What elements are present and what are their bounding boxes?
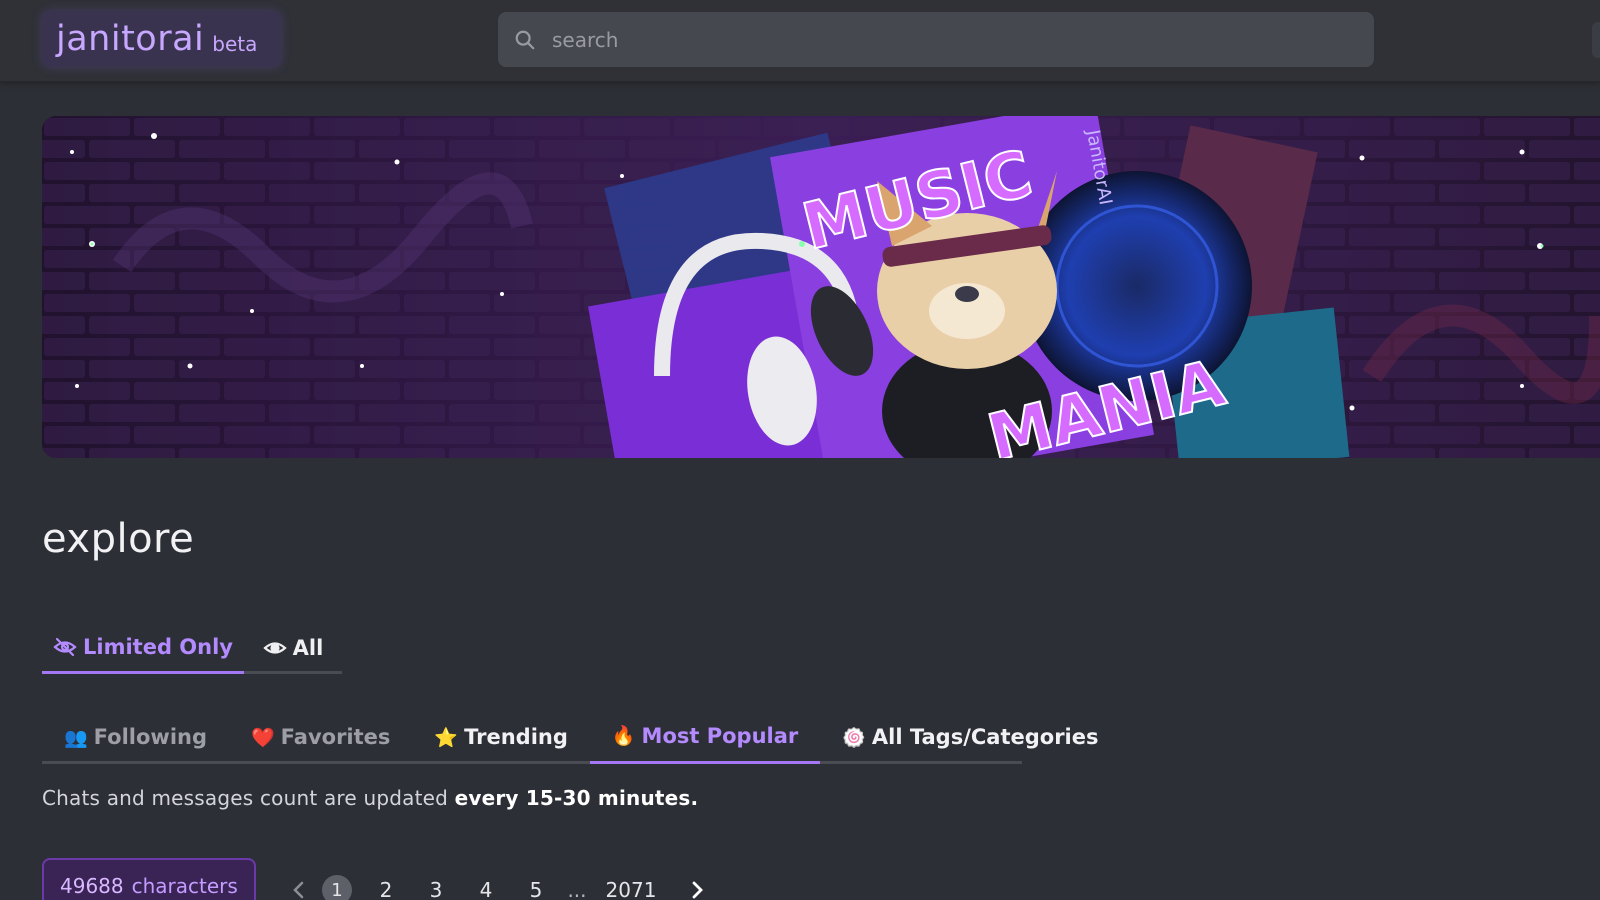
prev-page-button[interactable] [286, 880, 312, 900]
eye-icon [263, 642, 287, 654]
banner-artwork: MUSIC MANIA JanitorAI [42, 116, 1600, 458]
pagination: 1 2 3 4 5 ... 2071 [286, 870, 710, 900]
character-count-label: characters [131, 874, 238, 898]
tab-label: Following [93, 725, 207, 749]
character-count: 49688 [60, 874, 124, 898]
search-bar[interactable] [498, 12, 1374, 67]
character-count-badge: 49688 characters [42, 858, 256, 900]
page-5-button[interactable]: 5 [520, 878, 552, 900]
tab-all-tags[interactable]: 🍥 All Tags/Categories [820, 710, 1120, 764]
tab-label: Favorites [280, 725, 391, 749]
search-icon [515, 30, 535, 49]
tab-trending[interactable]: ⭐ Trending [412, 710, 589, 764]
page-2-button[interactable]: 2 [370, 878, 402, 900]
search-input[interactable] [552, 27, 1332, 52]
tab-label: Limited Only [83, 634, 233, 659]
tab-label: Trending [464, 725, 568, 749]
header-edge-button[interactable] [1592, 22, 1600, 58]
heart-icon: ❤️ [251, 726, 275, 749]
tab-following[interactable]: 👥 Following [42, 710, 229, 764]
eye-slash-icon [53, 637, 77, 656]
tab-label: All Tags/Categories [871, 725, 1099, 749]
logo[interactable]: janitorai beta [42, 11, 281, 67]
page-last-button[interactable]: 2071 [604, 878, 658, 900]
fire-icon: 🔥 [611, 725, 636, 747]
fish-cake-icon: 🍥 [842, 726, 866, 749]
star-icon: ⭐ [434, 726, 459, 749]
tab-label: All [292, 636, 324, 660]
pagination-ellipsis: ... [567, 878, 587, 900]
top-header: janitorai beta [0, 0, 1600, 82]
tab-label: Most Popular [641, 723, 799, 748]
page-4-button[interactable]: 4 [470, 878, 502, 900]
page-title: explore [42, 516, 195, 562]
page-3-button[interactable]: 3 [420, 878, 452, 900]
tab-favorites[interactable]: ❤️ Favorites [229, 710, 412, 764]
next-page-button[interactable] [684, 880, 710, 900]
logo-text: janitorai [56, 19, 205, 59]
update-info-text: Chats and messages count are updated eve… [42, 786, 698, 810]
chevron-left-icon [293, 881, 304, 899]
people-icon: 👥 [64, 726, 88, 749]
tab-most-popular[interactable]: 🔥 Most Popular [589, 710, 821, 764]
page-1-button[interactable]: 1 [322, 875, 352, 900]
category-tabs: 👥 Following ❤️ Favorites ⭐ Trending 🔥 Mo… [42, 710, 1099, 764]
visibility-tabs: Limited Only All [42, 622, 342, 674]
info-emphasis: every 15-30 minutes. [454, 786, 699, 810]
info-prefix: Chats and messages count are updated [42, 786, 455, 810]
tab-all[interactable]: All [244, 622, 342, 674]
chevron-right-icon [692, 881, 703, 899]
beta-badge: beta [212, 32, 258, 56]
tab-limited-only[interactable]: Limited Only [42, 622, 244, 674]
hero-banner[interactable]: MUSIC MANIA JanitorAI [42, 116, 1600, 458]
